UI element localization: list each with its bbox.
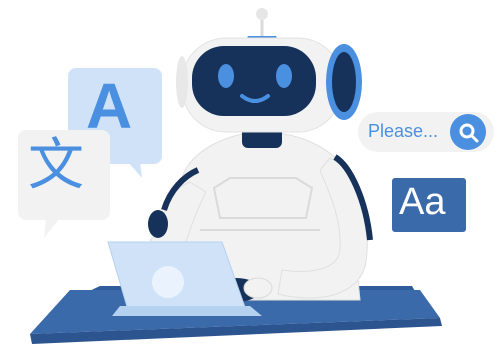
font-card-text: Aa [399, 181, 446, 223]
robot-head [176, 8, 362, 133]
search-icon [459, 123, 479, 143]
bubble-a-letter: A [86, 70, 133, 142]
search-placeholder-text: Please... [368, 121, 439, 141]
bubble-wen-letter: 文 [28, 133, 84, 198]
